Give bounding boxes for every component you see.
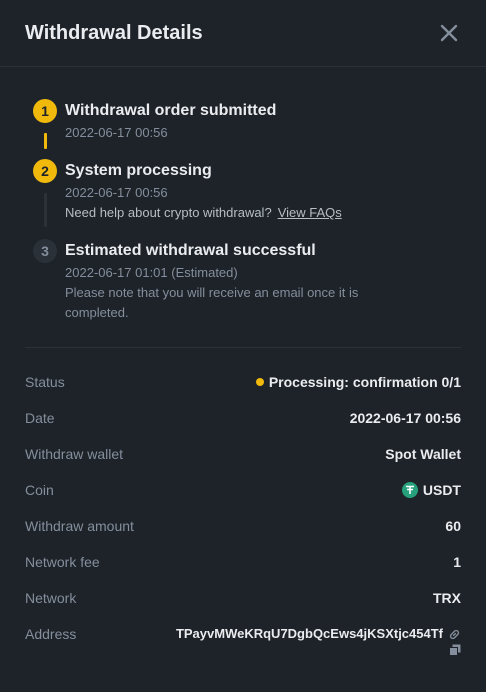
- detail-label: Network fee: [25, 554, 100, 570]
- coin-name: USDT: [422, 482, 461, 498]
- detail-label: Address: [25, 626, 77, 642]
- amount-value: 60: [445, 518, 461, 534]
- step-number-badge: 1: [33, 99, 57, 123]
- step-time: 2022-06-17 01:01 (Estimated): [65, 265, 238, 280]
- coin-value: USDT: [401, 472, 461, 508]
- wallet-value: Spot Wallet: [385, 446, 461, 462]
- network-value: TRX: [433, 590, 461, 606]
- progress-steps: 1 Withdrawal order submitted 2022-06-17 …: [0, 67, 486, 323]
- fee-value: 1: [453, 554, 461, 570]
- detail-row-date: Date 2022-06-17 00:56: [25, 400, 461, 436]
- section-divider: [25, 347, 461, 348]
- status-indicator-icon: [255, 378, 264, 386]
- detail-label: Coin: [25, 482, 54, 498]
- detail-label: Withdraw wallet: [25, 446, 124, 462]
- detail-row-address: Address TPayvMWeKRqU7DgbQcEws4jKSXtjc454…: [25, 616, 461, 666]
- tether-icon: [401, 482, 418, 498]
- detail-label: Withdraw amount: [25, 518, 134, 534]
- withdrawal-details-modal: Withdrawal Details 1 Withdrawal order su…: [0, 0, 486, 692]
- step-time: 2022-06-17 00:56: [65, 125, 168, 140]
- step-note: Please note that you will receive an ema…: [65, 285, 359, 320]
- help-text-row: Need help about crypto withdrawal? View F…: [65, 203, 461, 223]
- step-connector: [44, 133, 47, 149]
- detail-label: Date: [25, 410, 55, 426]
- detail-row-amount: Withdraw amount 60: [25, 508, 461, 544]
- detail-row-network: Network TRX: [25, 580, 461, 616]
- date-value: 2022-06-17 00:56: [349, 410, 461, 426]
- detail-row-coin: Coin USDT: [25, 472, 461, 508]
- view-faqs-link[interactable]: View FAQs: [278, 205, 342, 220]
- step-number-badge: 3: [33, 239, 57, 263]
- step-submitted: 1 Withdrawal order submitted 2022-06-17 …: [33, 99, 461, 159]
- step-time: 2022-06-17 00:56: [65, 185, 168, 200]
- detail-row-status: Status Processing: confirmation 0/1: [25, 364, 461, 400]
- step-title: Withdrawal order submitted: [65, 102, 277, 119]
- help-text: Need help about crypto withdrawal?: [65, 205, 272, 220]
- step-successful: 3 Estimated withdrawal successful 2022-0…: [33, 239, 461, 323]
- step-number-badge: 2: [33, 159, 57, 183]
- step-title: Estimated withdrawal successful: [65, 242, 316, 259]
- address-text[interactable]: TPayvMWeKRqU7DgbQcEws4jKSXtjc454Tf: [176, 616, 443, 652]
- status-value: Processing: confirmation 0/1: [255, 364, 461, 400]
- address-value: TPayvMWeKRqU7DgbQcEws4jKSXtjc454Tf: [176, 616, 461, 656]
- detail-row-fee: Network fee 1: [25, 544, 461, 580]
- step-title: System processing: [65, 162, 212, 179]
- close-icon[interactable]: [440, 24, 458, 42]
- step-connector: [44, 193, 47, 227]
- link-icon[interactable]: [448, 628, 461, 641]
- modal-title: Withdrawal Details: [25, 21, 203, 44]
- detail-label: Status: [25, 374, 65, 390]
- details-list: Status Processing: confirmation 0/1 Date…: [25, 364, 461, 666]
- copy-icon[interactable]: [449, 644, 461, 656]
- detail-label: Network: [25, 590, 77, 606]
- step-processing: 2 System processing 2022-06-17 00:56 Nee…: [33, 159, 461, 239]
- modal-header: Withdrawal Details: [0, 0, 486, 67]
- status-text: Processing: confirmation 0/1: [268, 374, 461, 390]
- detail-row-wallet: Withdraw wallet Spot Wallet: [25, 436, 461, 472]
